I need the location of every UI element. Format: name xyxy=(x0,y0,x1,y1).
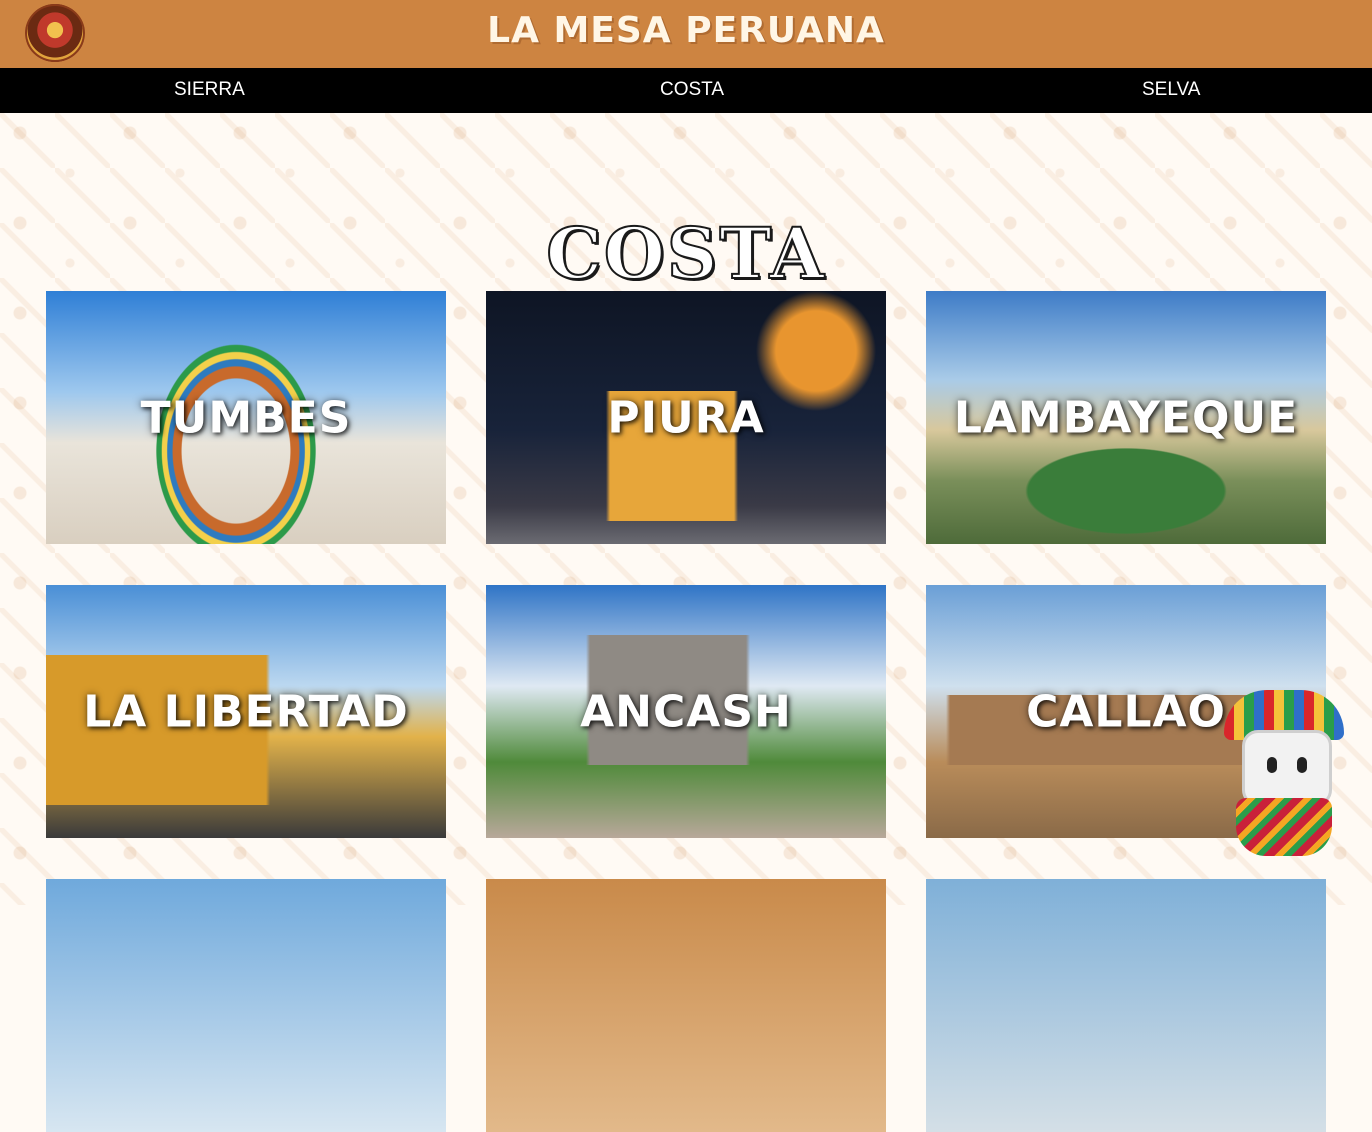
region-card-label: LAMBAYEQUE xyxy=(953,392,1299,443)
main-nav: SIERRA COSTA SELVA xyxy=(0,68,1372,113)
nav-sierra[interactable]: SIERRA xyxy=(174,79,245,101)
region-image xyxy=(486,879,886,1132)
region-card-label: ANCASH xyxy=(580,686,792,737)
mascot-face xyxy=(1242,730,1332,806)
region-image xyxy=(46,879,446,1132)
region-card-8[interactable] xyxy=(486,879,886,1132)
region-card-tumbes[interactable]: TUMBES xyxy=(46,291,446,544)
region-card-ancash[interactable]: ANCASH xyxy=(486,585,886,838)
site-title: LA MESA PERUANA xyxy=(487,10,885,51)
nav-costa[interactable]: COSTA xyxy=(660,79,724,101)
nav-selva[interactable]: SELVA xyxy=(1142,79,1200,101)
region-card-label: LA LIBERTAD xyxy=(83,686,409,737)
region-card-7[interactable] xyxy=(46,879,446,1132)
chat-mascot-icon[interactable] xyxy=(1216,690,1352,860)
region-card-piura[interactable]: PIURA xyxy=(486,291,886,544)
page-title: COSTA xyxy=(545,211,826,296)
region-card-label: TUMBES xyxy=(140,392,352,443)
site-header: LA MESA PERUANA xyxy=(0,0,1372,68)
region-card-9[interactable] xyxy=(926,879,1326,1132)
region-card-lambayeque[interactable]: LAMBAYEQUE xyxy=(926,291,1326,544)
region-card-label: PIURA xyxy=(607,392,765,443)
region-image xyxy=(926,879,1326,1132)
mascot-poncho xyxy=(1236,798,1332,856)
region-card-la-libertad[interactable]: LA LIBERTAD xyxy=(46,585,446,838)
